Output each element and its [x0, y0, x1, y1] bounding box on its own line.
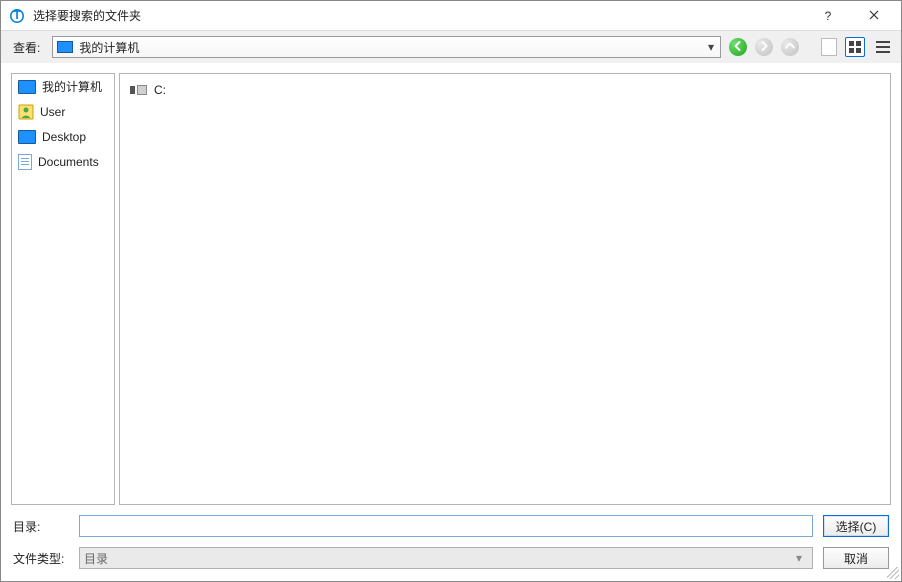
back-button[interactable]: [729, 38, 747, 56]
drive-icon: [130, 84, 148, 96]
desktop-icon: [18, 130, 36, 144]
icon-view-button[interactable]: [845, 37, 865, 57]
places-sidebar: 我的计算机 User Desktop Documents: [11, 73, 115, 505]
new-folder-button[interactable]: [821, 38, 837, 56]
arrow-up-icon: [785, 40, 795, 54]
app-icon: T: [9, 8, 25, 24]
forward-button[interactable]: [755, 38, 773, 56]
sidebar-item-user[interactable]: User: [12, 99, 114, 124]
chevron-down-icon: ▾: [704, 37, 718, 57]
list-view-button[interactable]: [873, 37, 893, 57]
body: 我的计算机 User Desktop Documents C:: [1, 63, 901, 515]
user-icon: [18, 104, 34, 120]
directory-input[interactable]: [79, 515, 813, 537]
directory-row: 目录: 选择(C): [13, 515, 889, 537]
drive-label: C:: [154, 83, 166, 97]
sidebar-item-computer[interactable]: 我的计算机: [12, 74, 114, 99]
arrow-right-icon: [759, 40, 769, 54]
look-in-value: 我的计算机: [79, 39, 704, 56]
svg-text:T: T: [13, 8, 21, 22]
cancel-button[interactable]: 取消: [823, 547, 889, 569]
look-in-label: 查看:: [13, 39, 40, 56]
filetype-combo[interactable]: 目录 ▾: [79, 547, 813, 569]
filetype-value: 目录: [84, 550, 108, 567]
look-in-combo[interactable]: 我的计算机 ▾: [52, 36, 721, 58]
filetype-row: 文件类型: 目录 ▾ 取消: [13, 547, 889, 569]
choose-button[interactable]: 选择(C): [823, 515, 889, 537]
bottom-panel: 目录: 选择(C) 文件类型: 目录 ▾ 取消: [1, 515, 901, 581]
title-bar: T 选择要搜索的文件夹 ?: [1, 1, 901, 31]
close-button[interactable]: [851, 2, 897, 30]
sidebar-item-label: Documents: [38, 155, 99, 169]
resize-grip[interactable]: [887, 567, 899, 579]
choose-button-label: 选择(C): [836, 518, 877, 535]
computer-icon: [18, 80, 36, 94]
sidebar-item-desktop[interactable]: Desktop: [12, 124, 114, 149]
toolbar: 查看: 我的计算机 ▾: [1, 31, 901, 63]
up-button[interactable]: [781, 38, 799, 56]
close-icon: [869, 9, 879, 23]
sidebar-item-label: User: [40, 105, 65, 119]
directory-label: 目录:: [13, 518, 69, 535]
chevron-down-icon: ▾: [790, 551, 808, 565]
document-icon: [18, 154, 32, 170]
window-title: 选择要搜索的文件夹: [33, 7, 141, 24]
sidebar-item-label: Desktop: [42, 130, 86, 144]
sidebar-item-label: 我的计算机: [42, 78, 102, 95]
cancel-button-label: 取消: [844, 550, 868, 567]
arrow-left-icon: [733, 40, 743, 54]
drive-item[interactable]: C:: [130, 80, 880, 100]
computer-icon: [57, 41, 73, 53]
sidebar-item-documents[interactable]: Documents: [12, 149, 114, 174]
help-button[interactable]: ?: [805, 2, 851, 30]
filetype-label: 文件类型:: [13, 550, 69, 567]
list-icon: [876, 40, 890, 54]
grid-icon: [849, 41, 861, 53]
file-list[interactable]: C:: [119, 73, 891, 505]
question-icon: ?: [825, 9, 832, 23]
